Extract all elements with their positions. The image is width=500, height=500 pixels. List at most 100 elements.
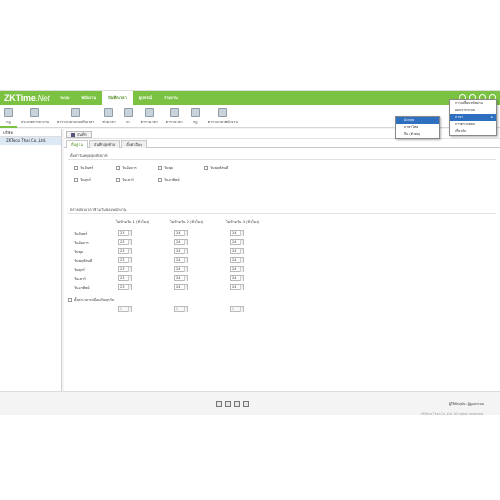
language-thai[interactable]: ภาษาไทย xyxy=(396,124,439,131)
hours-spinner[interactable]: 24 xyxy=(174,239,188,245)
menu-item-language[interactable]: ภาษา ▸ xyxy=(450,114,496,121)
spinner-arrows-icon[interactable] xyxy=(128,285,131,290)
hours-spinner[interactable]: 24 xyxy=(230,257,244,263)
tab-basic[interactable]: พื้นฐาน xyxy=(66,140,88,148)
spinner-arrows-icon[interactable] xyxy=(240,240,243,245)
tab-last-record[interactable]: บันทึกสุดท้าย xyxy=(88,140,121,148)
day-label: วันเสาร์ xyxy=(74,277,86,281)
spinner-arrows-icon[interactable] xyxy=(240,267,243,272)
spinner-arrows-icon[interactable] xyxy=(184,258,187,263)
weekend-saturday-checkbox[interactable]: วันเสาร์ xyxy=(116,177,134,183)
hours-spinner[interactable]: 24 xyxy=(230,230,244,236)
tool-schedule[interactable]: ตารางเวลา xyxy=(137,105,162,128)
tool-shift[interactable]: กะ xyxy=(120,105,137,128)
status-footer: ผู้ใช้ปัจจุบัน: ผู้ดูแลระบบ ZKTeco Thai … xyxy=(0,391,500,416)
spinner-arrows-icon[interactable] xyxy=(184,285,187,290)
app-logo: ZKTime.Net xyxy=(4,93,50,103)
tool-schedule-2[interactable]: ตารางเวลา xyxy=(162,105,187,128)
spinner-arrows-icon[interactable] xyxy=(128,240,131,245)
weekend-wednesday-checkbox[interactable]: วันพุธ xyxy=(158,165,173,171)
menu-item-change-password[interactable]: การเปลี่ยนรหัสผ่าน xyxy=(450,100,496,107)
hours-spinner[interactable]: 24 xyxy=(230,266,244,272)
tool-employee-schedule[interactable]: ตารางเวลาพนักงาน xyxy=(204,105,242,128)
hours-spinner[interactable]: 23 xyxy=(118,248,132,254)
spinner-arrows-icon[interactable] xyxy=(184,240,187,245)
print-icon[interactable] xyxy=(225,401,231,407)
spinner-arrows-icon[interactable] xyxy=(184,267,187,272)
nav-system[interactable]: ระบบ xyxy=(54,91,75,105)
hours-spinner[interactable]: 23 xyxy=(118,266,132,272)
weekend-tuesday-checkbox[interactable]: วันอังคาร xyxy=(116,165,137,171)
hours-spinner[interactable]: 24 xyxy=(174,248,188,254)
spinner-arrows-icon[interactable] xyxy=(240,249,243,254)
weekend-monday-checkbox[interactable]: วันจันทร์ xyxy=(74,165,93,171)
hours-spinner[interactable]: 24 xyxy=(230,275,244,281)
rule-icon xyxy=(4,108,13,117)
spinner-arrows-icon[interactable] xyxy=(128,276,131,281)
tool-leave-type[interactable]: ประเภทการลางาน xyxy=(17,105,53,128)
menu-item-about[interactable]: เกี่ยวกับ xyxy=(450,128,496,135)
hours-spinner[interactable]: 23 xyxy=(118,257,132,263)
day-label: วันพุธ xyxy=(74,250,84,254)
menu-item-audit[interactable]: การตรวจสอบ xyxy=(450,121,496,128)
spinner-arrows-icon[interactable] xyxy=(240,285,243,290)
spinner-arrows-icon[interactable] xyxy=(128,249,131,254)
tool-timetable[interactable]: ช่วงเวลา xyxy=(98,105,119,128)
nav-report[interactable]: รายงาน xyxy=(158,91,184,105)
spinner-arrows-icon[interactable] xyxy=(128,231,131,236)
same-setting-checkbox[interactable]: ตั้งค่าเวลาเหมือนกันทุกวัน xyxy=(68,297,114,303)
current-user-text: ผู้ใช้ปัจจุบัน: ผู้ดูแลระบบ xyxy=(448,402,484,406)
hours-spinner[interactable]: 24 xyxy=(230,239,244,245)
disabled-hours-spinner: 0 xyxy=(118,306,132,312)
tool-rule[interactable]: กฎ xyxy=(0,105,17,128)
nav-device[interactable]: อุปกรณ์ xyxy=(133,91,158,105)
spinner-arrows-icon[interactable] xyxy=(184,231,187,236)
spinner-arrows-icon[interactable] xyxy=(240,231,243,236)
save-button[interactable]: บันทึก xyxy=(66,131,92,138)
calendar-icon xyxy=(169,108,179,117)
spinner-arrows-icon[interactable] xyxy=(240,258,243,263)
weekend-friday-checkbox[interactable]: วันศุกร์ xyxy=(74,177,91,183)
hours-spinner[interactable]: 24 xyxy=(174,230,188,236)
menu-item-logout[interactable]: ออกจากระบบ xyxy=(450,107,496,114)
export-icon[interactable] xyxy=(216,401,222,407)
day-label: วันอาทิตย์ xyxy=(74,286,90,290)
tab-other-settings[interactable]: ตั้งค่าอื่นๆ xyxy=(121,140,148,148)
company-tree-header: บริษัท xyxy=(0,129,61,137)
language-english[interactable]: อังกฤษ xyxy=(396,117,439,124)
weekend-thursday-checkbox[interactable]: วันพฤหัสบดี xyxy=(204,165,228,171)
spinner-arrows-icon[interactable] xyxy=(128,267,131,272)
hours-spinner[interactable]: 23 xyxy=(118,239,132,245)
hours-spinner[interactable]: 23 xyxy=(118,284,132,290)
hours-spinner[interactable]: 24 xyxy=(174,257,188,263)
spinner-arrows-icon[interactable] xyxy=(128,258,131,263)
spinner-arrows-icon[interactable] xyxy=(184,249,187,254)
hours-spinner[interactable]: 24 xyxy=(230,284,244,290)
language-chinese[interactable]: จีน (ตัวย่อ) xyxy=(396,131,439,138)
nav-personnel[interactable]: พนักงาน xyxy=(75,91,102,105)
hours-spinner[interactable]: 24 xyxy=(174,266,188,272)
settings-icon[interactable] xyxy=(243,401,249,407)
day-label: วันอังคาร xyxy=(74,241,89,245)
spinner-arrows-icon xyxy=(240,307,243,312)
weekend-sunday-checkbox[interactable]: วันอาทิตย์ xyxy=(158,177,179,183)
app-window: ZKTime.Net ระบบ พนักงาน บันทึกเวลา อุปกร… xyxy=(0,90,500,416)
hours-spinner[interactable]: 24 xyxy=(174,275,188,281)
nav-attendance[interactable]: บันทึกเวลา xyxy=(102,91,133,105)
top-bar: ZKTime.Net ระบบ พนักงาน บันทึกเวลา อุปกร… xyxy=(0,91,500,105)
hours-spinner[interactable]: 24 xyxy=(230,248,244,254)
spinner-arrows-icon[interactable] xyxy=(184,276,187,281)
hours-spinner[interactable]: 24 xyxy=(174,284,188,290)
disabled-hours-spinner: 0 xyxy=(230,306,244,312)
day-label: วันพฤหัสบดี xyxy=(74,259,93,263)
refresh-icon[interactable] xyxy=(234,401,240,407)
tool-flexible-schedule[interactable]: ตารางเวลาแบบปรับเวลา xyxy=(53,105,98,128)
spinner-arrows-icon[interactable] xyxy=(240,276,243,281)
checkbox-box xyxy=(116,166,120,170)
document-icon xyxy=(190,108,200,117)
hours-spinner[interactable]: 23 xyxy=(118,275,132,281)
hours-spinner[interactable]: 23 xyxy=(118,230,132,236)
checkbox-box xyxy=(116,178,120,182)
company-tree-item[interactable]: ZKTeco Thai Co.,Ltd. xyxy=(0,137,61,145)
tool-rule-2[interactable]: กฎ xyxy=(187,105,204,128)
